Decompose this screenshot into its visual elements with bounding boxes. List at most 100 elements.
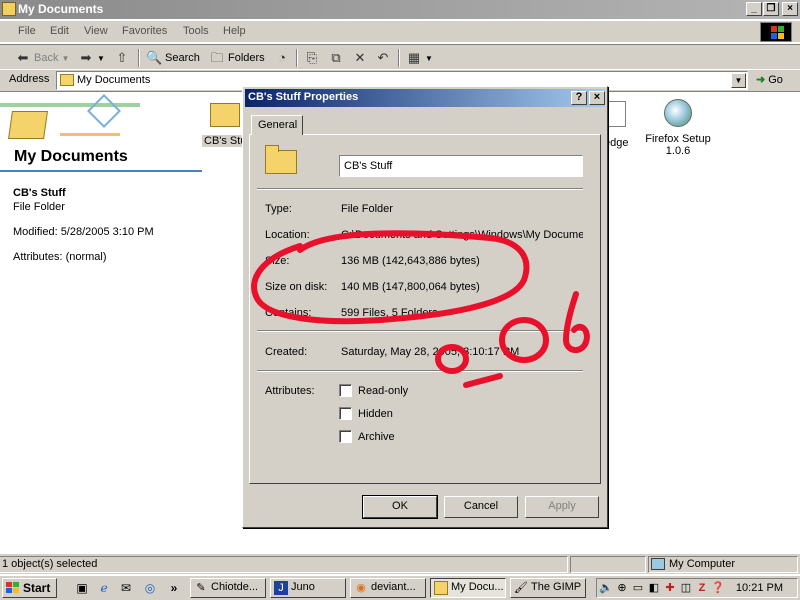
volume-icon[interactable]: 🔈 — [599, 581, 613, 595]
selected-item-attributes: Attributes: (normal) — [13, 251, 107, 263]
folder-name-input[interactable] — [339, 155, 583, 177]
dialog-close-button[interactable]: × — [589, 91, 605, 105]
documents-folder-icon — [8, 111, 48, 139]
move-to-button[interactable]: ⎘ — [304, 48, 320, 68]
address-dropdown-button[interactable]: ▼ — [731, 73, 746, 88]
installer-cd-icon — [664, 99, 692, 127]
created-label: Created: — [265, 346, 308, 358]
my-computer-icon — [651, 558, 665, 570]
delete-button[interactable]: ✕ — [352, 48, 368, 68]
start-button[interactable]: Start — [2, 578, 57, 598]
chevron-down-icon: ▼ — [425, 53, 433, 63]
toolbar: ⬅ Back ▼ ➡ ▼ ⇧ 🔍 Search 🗀 Folders ◔ ⎘ ⧉ … — [0, 44, 800, 70]
location-label: Location: — [265, 229, 310, 241]
menu-file[interactable]: File — [18, 25, 36, 37]
internet-explorer-icon[interactable]: ℯ — [96, 580, 112, 596]
undo-button[interactable]: ↶ — [375, 48, 391, 68]
help-tray-icon[interactable]: ❓ — [711, 581, 725, 595]
attributes-label: Attributes: — [265, 385, 315, 397]
undo-icon: ↶ — [377, 50, 389, 65]
folder-icon — [265, 145, 297, 174]
folders-button[interactable]: 🗀 Folders — [209, 48, 264, 68]
quick-launch-overflow-icon[interactable]: » — [166, 580, 182, 596]
type-label: Type: — [265, 203, 292, 215]
status-zone: My Computer — [648, 556, 798, 573]
copy-to-icon: ⧉ — [331, 50, 341, 65]
file-item-label: Firefox Setup 1.0.6 — [645, 133, 711, 157]
quick-launch-icon[interactable]: ◎ — [142, 580, 158, 596]
go-button[interactable]: ➜ Go — [756, 73, 783, 87]
menu-help[interactable]: Help — [223, 25, 246, 37]
checkbox-box[interactable] — [339, 384, 352, 397]
windows-logo-icon — [760, 22, 792, 42]
selected-item-modified: Modified: 5/28/2005 3:10 PM — [13, 226, 154, 238]
views-button[interactable]: ▦ ▼ — [406, 48, 433, 68]
cancel-button[interactable]: Cancel — [444, 496, 518, 518]
type-value: File Folder — [341, 203, 393, 215]
banner-decoration — [87, 94, 121, 128]
antivirus-icon[interactable]: ✚ — [663, 581, 677, 595]
checkbox-label: Hidden — [358, 407, 393, 420]
hidden-checkbox[interactable]: Hidden — [339, 407, 393, 420]
up-folder-icon: ⇧ — [116, 50, 128, 65]
copy-to-button[interactable]: ⧉ — [328, 48, 344, 68]
folder-icon — [60, 74, 74, 86]
network-icon[interactable]: ⊕ — [615, 581, 629, 595]
dialog-title-bar: CB's Stuff Properties ? × — [245, 89, 605, 107]
banner-decoration — [60, 133, 120, 136]
toolbar-separator — [296, 49, 298, 67]
task-juno[interactable]: J Juno — [270, 578, 346, 598]
history-button[interactable]: ◔ — [274, 48, 290, 68]
taskbar-clock[interactable]: 10:21 PM — [736, 582, 783, 594]
up-folder-button[interactable]: ⇧ — [114, 48, 130, 68]
search-label: Search — [165, 52, 200, 64]
title-bar: My Documents _ ❐ × — [0, 0, 800, 19]
apply-button[interactable]: Apply — [525, 496, 599, 518]
selected-item-type: File Folder — [13, 201, 65, 213]
task-the-gimp[interactable]: 🖌 The GIMP — [510, 578, 586, 598]
size-label: Size: — [265, 255, 290, 267]
checkbox-box[interactable] — [339, 430, 352, 443]
contains-value: 599 Files, 5 Folders — [341, 307, 438, 319]
checkbox-box[interactable] — [339, 407, 352, 420]
chevron-down-icon: ▼ — [97, 53, 105, 63]
tray-app-icon[interactable]: Z — [695, 581, 709, 595]
app-icon: ✎ — [196, 582, 206, 594]
help-button[interactable]: ? — [571, 91, 587, 105]
outlook-icon[interactable]: ✉ — [118, 580, 134, 596]
task-my-documents[interactable]: My Docu... — [430, 578, 506, 598]
back-label: Back — [34, 52, 59, 64]
menu-view[interactable]: View — [84, 25, 108, 37]
tab-general[interactable]: General — [251, 115, 303, 135]
tray-app-icon[interactable]: ◫ — [679, 581, 693, 595]
back-button[interactable]: ⬅ Back ▼ — [15, 48, 70, 68]
tray-app-icon[interactable]: ◧ — [647, 581, 661, 595]
menu-tools[interactable]: Tools — [183, 25, 209, 37]
checkbox-label: Archive — [358, 430, 395, 443]
file-item-firefox-setup[interactable]: Firefox Setup 1.0.6 — [640, 99, 716, 157]
window-title: My Documents — [18, 2, 104, 16]
display-icon[interactable]: ▭ — [631, 581, 645, 595]
gimp-icon: 🖌 — [514, 582, 528, 594]
archive-checkbox[interactable]: Archive — [339, 430, 395, 443]
dialog-title: CB's Stuff Properties — [248, 91, 359, 103]
menu-favorites[interactable]: Favorites — [122, 25, 167, 37]
ok-button[interactable]: OK — [362, 495, 438, 519]
show-desktop-icon[interactable]: ▣ — [74, 580, 90, 596]
read-only-checkbox[interactable]: Read-only — [339, 384, 408, 397]
task-deviant[interactable]: ◉ deviant... — [350, 578, 426, 598]
close-button[interactable]: × — [782, 2, 798, 16]
forward-button[interactable]: ➡ ▼ — [78, 48, 105, 68]
minimize-button[interactable]: _ — [746, 2, 762, 16]
folder-title: My Documents — [14, 148, 128, 165]
task-chiotde[interactable]: ✎ Chiotde... — [190, 578, 266, 598]
system-tray: 🔈 ⊕ ▭ ◧ ✚ ◫ Z ❓ 10:21 PM — [596, 578, 798, 598]
go-label: Go — [768, 73, 783, 86]
menu-edit[interactable]: Edit — [50, 25, 69, 37]
search-button[interactable]: 🔍 Search — [146, 48, 200, 68]
maximize-button[interactable]: ❐ — [763, 2, 779, 16]
selected-item-name: CB's Stuff — [13, 187, 66, 199]
juno-icon: J — [274, 581, 288, 595]
toolbar-separator — [138, 49, 140, 67]
folder-icon — [434, 581, 448, 595]
